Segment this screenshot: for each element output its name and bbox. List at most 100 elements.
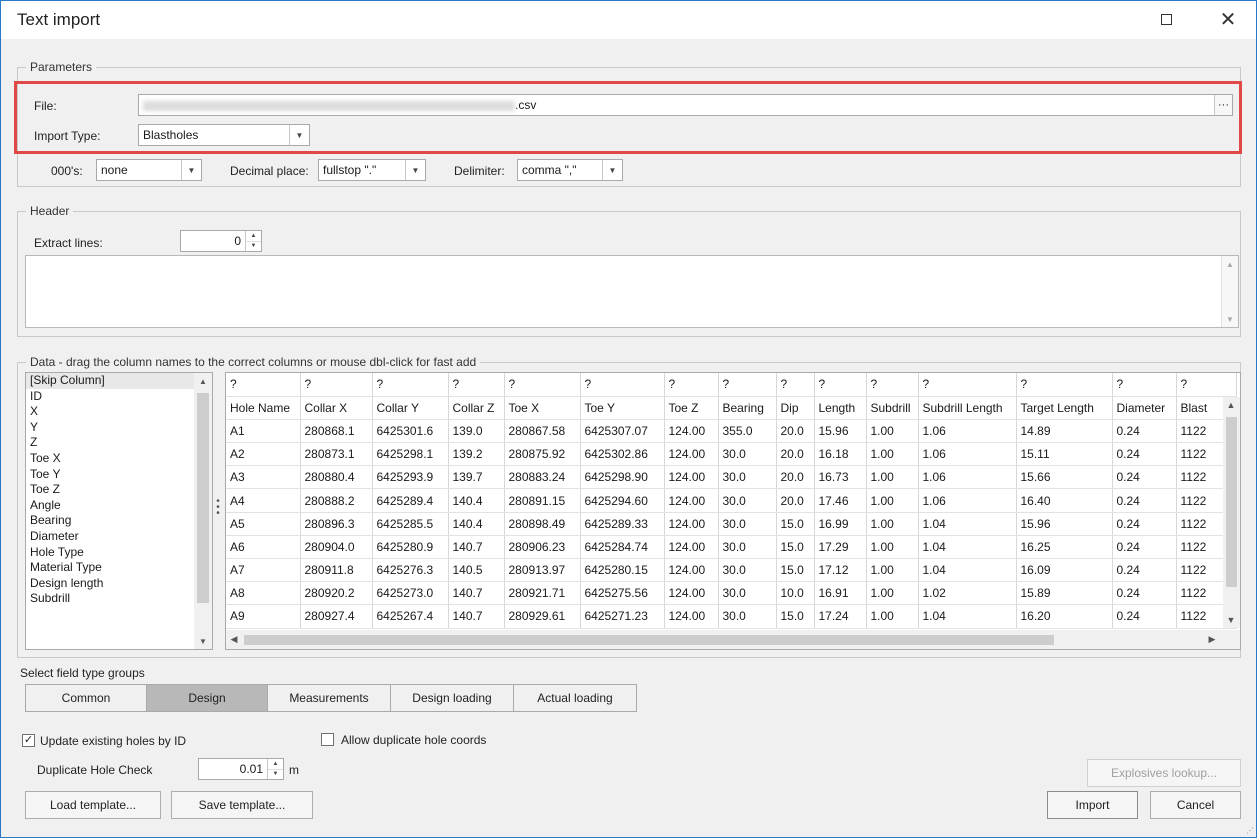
table-cell[interactable]: 6425301.6	[372, 419, 449, 444]
table-cell[interactable]: 1.00	[866, 604, 919, 629]
column-header-cell[interactable]: Toe Y	[580, 396, 665, 420]
header-scrollbar[interactable]: ▲ ▼	[1221, 256, 1238, 327]
table-cell[interactable]: 6425289.33	[580, 512, 665, 536]
table-cell[interactable]: A3	[226, 465, 301, 490]
field-list-scrollbar[interactable]: ▲ ▼	[194, 373, 212, 649]
table-cell[interactable]: 6425280.9	[372, 535, 449, 560]
table-cell[interactable]: 6425294.60	[580, 488, 665, 513]
field-list-item[interactable]: Toe Z	[26, 482, 212, 498]
scroll-thumb[interactable]	[1226, 417, 1237, 587]
table-cell[interactable]: 140.7	[448, 581, 505, 606]
allow-duplicate-checkbox[interactable]	[321, 733, 334, 746]
field-list-item[interactable]: Material Type	[26, 560, 212, 576]
table-cell[interactable]: 1.00	[866, 442, 919, 467]
table-cell[interactable]: 15.11	[1016, 442, 1113, 467]
file-path-field[interactable]: .csv ···	[138, 94, 1233, 116]
table-cell[interactable]: 1.06	[918, 419, 1017, 444]
table-cell[interactable]: 15.96	[1016, 512, 1113, 536]
table-cell[interactable]: 280906.23	[504, 535, 581, 560]
scroll-thumb[interactable]	[197, 393, 209, 603]
table-cell[interactable]: 355.0	[718, 419, 777, 444]
table-cell[interactable]: 0.24	[1112, 558, 1177, 583]
decimal-select[interactable]: fullstop "." ▼	[318, 159, 426, 181]
table-cell[interactable]: 280873.1	[300, 442, 373, 467]
table-cell[interactable]: 20.0	[776, 488, 815, 513]
table-cell[interactable]: 280921.71	[504, 581, 581, 606]
table-cell[interactable]: 16.40	[1016, 488, 1113, 513]
close-button[interactable]: ✕	[1205, 1, 1251, 37]
table-cell[interactable]: 124.00	[664, 581, 719, 606]
table-cell[interactable]: 10.0	[776, 581, 815, 606]
table-cell[interactable]: 124.00	[664, 419, 719, 444]
table-cell[interactable]: 20.0	[776, 465, 815, 490]
spin-down-icon[interactable]: ▼	[246, 242, 261, 252]
table-cell[interactable]: 6425298.1	[372, 442, 449, 467]
column-assignment-cell[interactable]: ?	[226, 373, 301, 397]
column-header-cell[interactable]: Toe X	[504, 396, 581, 420]
scroll-down-icon[interactable]: ▼	[1223, 612, 1239, 628]
table-cell[interactable]: 6425273.0	[372, 581, 449, 606]
explosives-lookup-button[interactable]: Explosives lookup...	[1087, 759, 1241, 787]
table-cell[interactable]: 30.0	[718, 512, 777, 536]
table-cell[interactable]: 15.89	[1016, 581, 1113, 606]
table-cell[interactable]: 1.06	[918, 442, 1017, 467]
scroll-up-icon[interactable]: ▲	[194, 373, 212, 389]
column-assignment-cell[interactable]: ?	[718, 373, 777, 397]
table-cell[interactable]: 14.89	[1016, 419, 1113, 444]
table-cell[interactable]: 280920.2	[300, 581, 373, 606]
table-cell[interactable]: 30.0	[718, 604, 777, 629]
grid-vertical-scrollbar[interactable]: ▲ ▼	[1223, 397, 1240, 628]
field-list-item[interactable]: Hole Type	[26, 545, 212, 561]
table-cell[interactable]: 1.00	[866, 558, 919, 583]
table-cell[interactable]: 1.02	[918, 581, 1017, 606]
table-cell[interactable]: 0.24	[1112, 488, 1177, 513]
scroll-thumb[interactable]	[244, 635, 1054, 645]
tab-design[interactable]: Design	[146, 684, 268, 712]
table-cell[interactable]: 280896.3	[300, 512, 373, 536]
column-assignment-cell[interactable]: ?	[776, 373, 815, 397]
table-cell[interactable]: 15.0	[776, 535, 815, 560]
table-cell[interactable]: 140.4	[448, 512, 505, 536]
field-list-item[interactable]: Angle	[26, 498, 212, 514]
table-cell[interactable]: A1	[226, 419, 301, 444]
table-cell[interactable]: 16.09	[1016, 558, 1113, 583]
table-cell[interactable]: 6425293.9	[372, 465, 449, 490]
table-cell[interactable]: 1.00	[866, 419, 919, 444]
table-cell[interactable]: 140.7	[448, 535, 505, 560]
table-cell[interactable]: 124.00	[664, 558, 719, 583]
table-cell[interactable]: A7	[226, 558, 301, 583]
spin-up-icon[interactable]: ▲	[246, 231, 261, 242]
tab-measurements[interactable]: Measurements	[267, 684, 391, 712]
table-cell[interactable]: 280927.4	[300, 604, 373, 629]
table-cell[interactable]: 1.04	[918, 512, 1017, 536]
table-cell[interactable]: 6425289.4	[372, 488, 449, 513]
column-assignment-cell[interactable]: ?	[1176, 373, 1237, 397]
table-cell[interactable]: 140.7	[448, 604, 505, 629]
field-list-item[interactable]: Bearing	[26, 513, 212, 529]
table-cell[interactable]: 280888.2	[300, 488, 373, 513]
field-list-item[interactable]: Diameter	[26, 529, 212, 545]
table-cell[interactable]: 6425275.56	[580, 581, 665, 606]
table-cell[interactable]: 17.29	[814, 535, 867, 560]
table-cell[interactable]: 0.24	[1112, 442, 1177, 467]
column-header-cell[interactable]: Toe Z	[664, 396, 719, 420]
table-cell[interactable]: 16.18	[814, 442, 867, 467]
table-cell[interactable]: 20.0	[776, 419, 815, 444]
field-list-item[interactable]: Y	[26, 420, 212, 436]
field-list-item[interactable]: Toe X	[26, 451, 212, 467]
table-cell[interactable]: 1.00	[866, 512, 919, 536]
column-header-cell[interactable]: Bearing	[718, 396, 777, 420]
duplicate-check-stepper[interactable]: 0.01 ▲ ▼	[198, 758, 284, 780]
field-list-item[interactable]: [Skip Column]	[26, 373, 212, 389]
column-assignment-cell[interactable]: ?	[504, 373, 581, 397]
table-cell[interactable]: 30.0	[718, 442, 777, 467]
table-cell[interactable]: 1.00	[866, 488, 919, 513]
resize-grip-icon[interactable]: ⋰	[1246, 826, 1254, 835]
save-template-button[interactable]: Save template...	[171, 791, 313, 819]
column-assignment-cell[interactable]: ?	[918, 373, 1017, 397]
table-cell[interactable]: 15.0	[776, 512, 815, 536]
browse-button[interactable]: ···	[1214, 95, 1232, 115]
splitter-handle[interactable]: • • •	[215, 497, 221, 519]
table-cell[interactable]: 16.91	[814, 581, 867, 606]
table-cell[interactable]: 280929.61	[504, 604, 581, 629]
